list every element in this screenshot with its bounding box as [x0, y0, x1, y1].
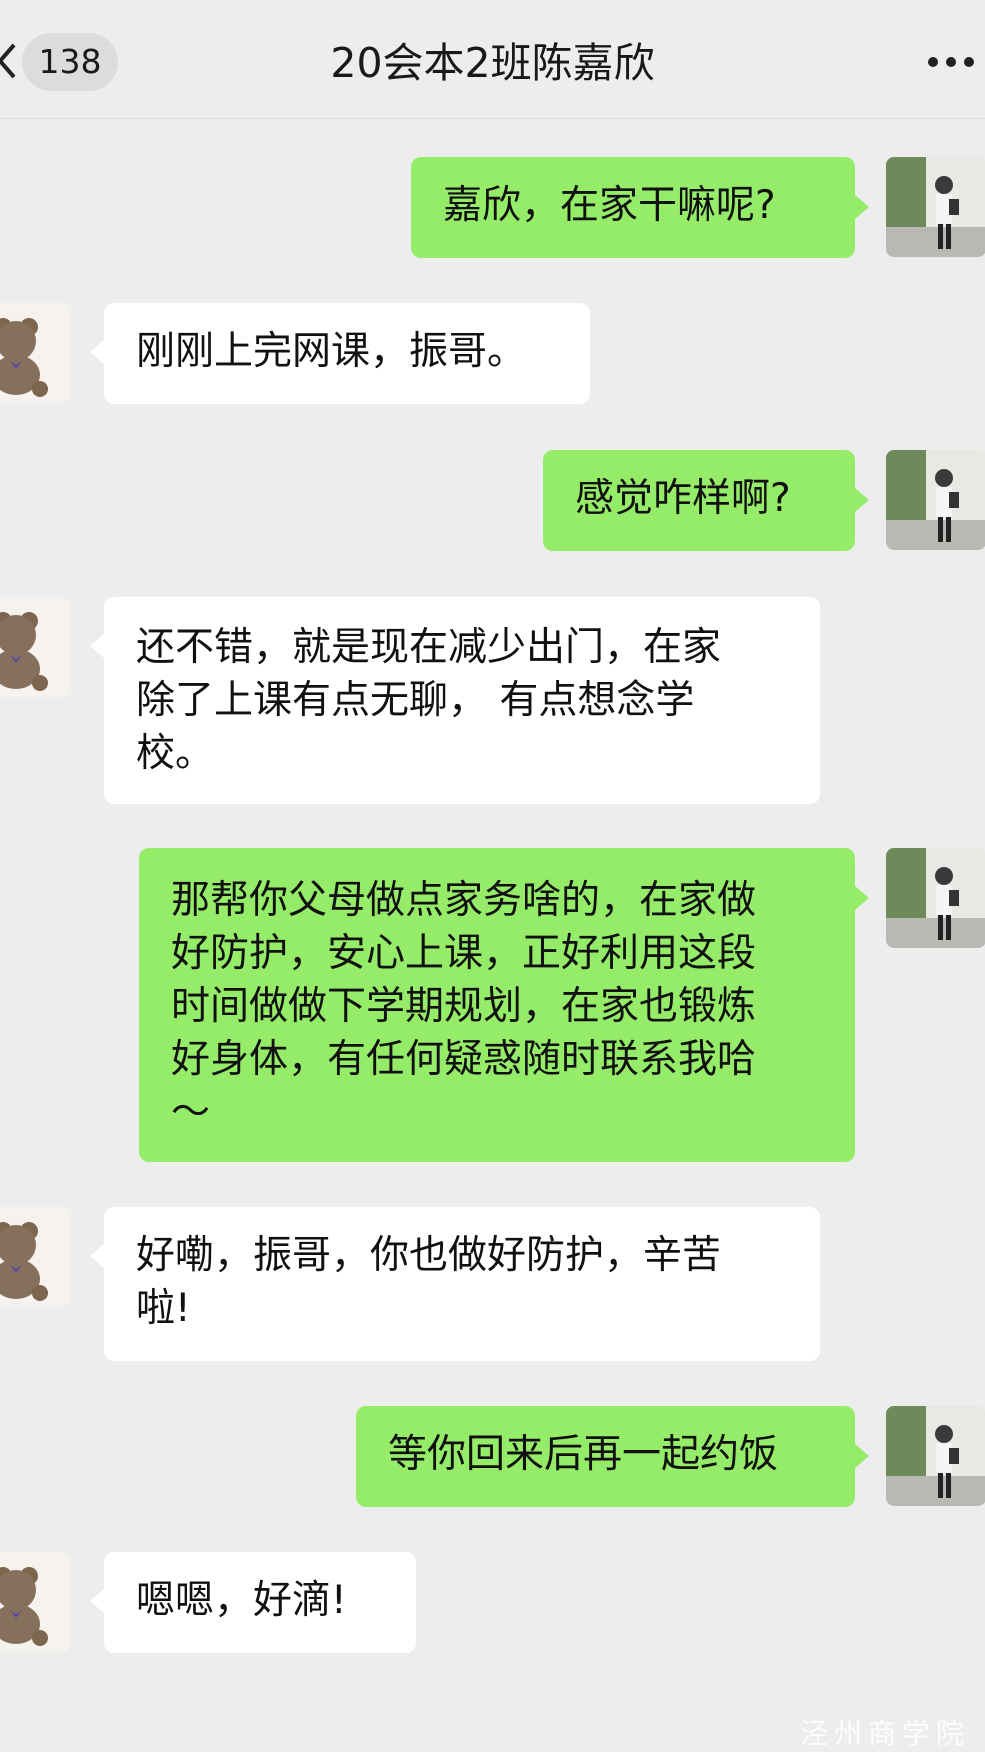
message-bubble-sent[interactable]: 嘉欣，在家干嘛呢?	[411, 157, 855, 258]
teddy-bear-avatar[interactable]	[0, 303, 70, 403]
my-avatar[interactable]	[886, 848, 985, 948]
message-bubble-received[interactable]: 还不错，就是现在减少出门，在家 除了上课有点无聊， 有点想念学 校。	[104, 597, 820, 804]
bubble-tail	[90, 340, 104, 364]
message-bubble-sent[interactable]: 那帮你父母做点家务啥的，在家做 好防护，安心上课，正好利用这段 时间做做下学期规…	[139, 848, 855, 1162]
teddy-bear-avatar[interactable]	[0, 597, 70, 697]
teddy-bear-avatar[interactable]	[0, 1207, 70, 1307]
school-watermark: 泾州商学院	[800, 1717, 971, 1750]
chat-header: 138 20会本2班陈嘉欣	[0, 0, 985, 119]
my-avatar[interactable]	[886, 157, 985, 257]
my-avatar[interactable]	[886, 450, 985, 550]
my-avatar[interactable]	[886, 1406, 985, 1506]
message-bubble-sent[interactable]: 等你回来后再一起约饭	[356, 1406, 855, 1507]
bubble-tail	[90, 1244, 104, 1268]
bubble-tail	[855, 488, 869, 512]
message-bubble-received[interactable]: 刚刚上完网课，振哥。	[104, 303, 590, 404]
message-bubble-received[interactable]: 嗯嗯，好滴!	[104, 1552, 416, 1653]
bubble-tail	[90, 634, 104, 658]
bubble-tail	[90, 1589, 104, 1613]
bubble-tail	[855, 195, 869, 219]
teddy-bear-avatar[interactable]	[0, 1552, 70, 1652]
message-bubble-received[interactable]: 好嘞，振哥，你也做好防护，辛苦 啦!	[104, 1207, 820, 1361]
bubble-tail	[855, 886, 869, 910]
message-bubble-sent[interactable]: 感觉咋样啊?	[543, 450, 855, 551]
chat-title: 20会本2班陈嘉欣	[330, 39, 655, 87]
bubble-tail	[855, 1444, 869, 1468]
more-dots-icon[interactable]	[926, 52, 976, 72]
